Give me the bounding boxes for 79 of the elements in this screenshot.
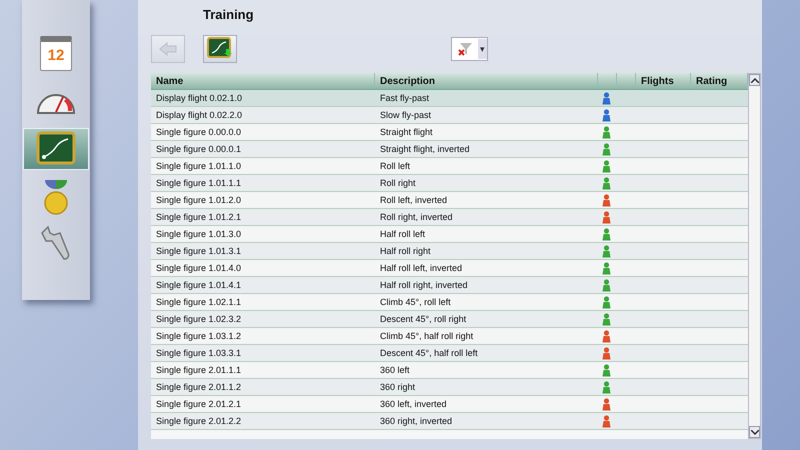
table-cell-text: Single figure 2.01.2.1 xyxy=(155,398,242,411)
column-header[interactable]: Name xyxy=(151,73,375,89)
filter-dropdown[interactable]: ▾ xyxy=(451,37,488,61)
caret-icon: ▾ xyxy=(478,39,487,59)
table-row[interactable]: Single figure 1.01.1.1 Roll right xyxy=(151,175,748,192)
table-row[interactable]: Single figure 2.01.2.1 360 left, inverted xyxy=(151,396,748,413)
chalkboard-icon xyxy=(36,131,76,167)
chevron-down-icon xyxy=(750,430,758,434)
table-row[interactable]: Single figure 1.03.3.1 Descent 45°, half roll left xyxy=(151,345,748,362)
table-row[interactable]: Single figure 1.02.3.2 Descent 45°, roll right xyxy=(151,311,748,328)
table-cell-text: Single figure 2.01.2.2 xyxy=(155,415,242,428)
table-row[interactable]: Single figure 1.01.1.0 Roll left xyxy=(151,158,748,175)
table-cell-text: Single figure 1.03.3.1 xyxy=(155,347,242,360)
sidebar-item[interactable] xyxy=(23,128,89,170)
table-cell-text: Display flight 0.02.1.0 xyxy=(155,92,244,105)
table-cell-text: Straight flight xyxy=(379,126,434,139)
table-cell-text: Half roll left xyxy=(379,228,426,241)
calendar-day-number: 12 xyxy=(48,47,64,64)
table-row[interactable]: Display flight 0.02.2.0 Slow fly-past xyxy=(151,107,748,124)
page-title: Training xyxy=(203,7,255,23)
table-cell-text: Slow fly-past xyxy=(379,109,432,122)
table-cell-text: Climb 45°, roll left xyxy=(379,296,452,309)
scroll-bar[interactable] xyxy=(748,73,761,439)
table-cell-text: Single figure 2.01.1.2 xyxy=(155,381,242,394)
filter-icon xyxy=(458,41,474,57)
start-training-button[interactable] xyxy=(203,35,237,63)
table-row[interactable]: Single figure 0.00.0.0 Straight flight xyxy=(151,124,748,141)
arrow-left-icon xyxy=(159,42,177,56)
table-cell-text: Single figure 1.01.4.1 xyxy=(155,279,242,292)
table-row[interactable]: Single figure 1.01.2.0 Roll left, inverted xyxy=(151,192,748,209)
table-cell-text: Climb 45°, half roll right xyxy=(379,330,474,343)
table-row[interactable]: Single figure 1.03.1.2 Climb 45°, half roll right xyxy=(151,328,748,345)
table-cell-text: Single figure 1.01.3.1 xyxy=(155,245,242,258)
table-cell-text: 360 left, inverted xyxy=(379,398,448,411)
table-cell-text: Straight flight, inverted xyxy=(379,143,471,156)
table-cell-text: Single figure 1.02.1.1 xyxy=(155,296,242,309)
table-cell-text: Roll right, inverted xyxy=(379,211,454,224)
table-cell-text: 360 right, inverted xyxy=(379,415,454,428)
table-cell-text: Descent 45°, roll right xyxy=(379,313,468,326)
table-cell-text: Display flight 0.02.2.0 xyxy=(155,109,244,122)
table-row[interactable]: Single figure 2.01.2.2 360 right, inverted xyxy=(151,413,748,430)
table-row[interactable]: Single figure 0.00.0.1 Straight flight, inverted xyxy=(151,141,748,158)
table-cell-text: Single figure 1.01.1.1 xyxy=(155,177,242,190)
table-cell-text: 360 left xyxy=(379,364,411,377)
table-cell-text: Roll left xyxy=(379,160,412,173)
table-cell-text: Half roll right xyxy=(379,245,432,258)
table-row[interactable]: Single figure 2.01.1.1 360 left xyxy=(151,362,748,379)
table-cell-text: Roll right xyxy=(379,177,417,190)
medal-icon xyxy=(42,178,70,216)
table-cell-text: Single figure 0.00.0.0 xyxy=(155,126,242,139)
table-row[interactable]: Single figure 1.01.4.1 Half roll right, inverted xyxy=(151,277,748,294)
table-cell-text: Single figure 0.00.0.1 xyxy=(155,143,242,156)
table-cell-text: Single figure 1.01.2.0 xyxy=(155,194,242,207)
table-row[interactable]: Single figure 1.01.2.1 Roll right, inverted xyxy=(151,209,748,226)
scroll-up-button[interactable] xyxy=(749,74,760,86)
table-cell-text: Half roll left, inverted xyxy=(379,262,464,275)
table-cell-text: Single figure 1.01.1.0 xyxy=(155,160,242,173)
table-cell-text: Fast fly-past xyxy=(379,92,430,105)
table-row[interactable]: Single figure 1.01.3.0 Half roll left xyxy=(151,226,748,243)
table-row[interactable]: Single figure 2.01.1.2 360 right xyxy=(151,379,748,396)
table-cell-text: Half roll right, inverted xyxy=(379,279,469,292)
table-cell-text: Single figure 1.03.1.2 xyxy=(155,330,242,343)
table-cell-text: Descent 45°, half roll left xyxy=(379,347,479,360)
scroll-down-button[interactable] xyxy=(749,426,760,438)
chevron-up-icon xyxy=(750,78,758,82)
table-cell-text: Single figure 2.01.1.1 xyxy=(155,364,242,377)
table-row[interactable]: Single figure 1.02.1.1 Climb 45°, roll left xyxy=(151,294,748,311)
table-cell-text: Single figure 1.02.3.2 xyxy=(155,313,242,326)
column-header[interactable]: Description xyxy=(375,73,598,89)
table-cell-text: Roll left, inverted xyxy=(379,194,448,207)
table-row[interactable]: Single figure 1.01.3.1 Half roll right xyxy=(151,243,748,260)
table-row[interactable]: Single figure 1.01.4.0 Half roll left, inverted xyxy=(151,260,748,277)
table-row[interactable]: Display flight 0.02.1.0 Fast fly-past xyxy=(151,90,748,107)
chalkboard-icon xyxy=(207,37,233,61)
table-cell-text: 360 right xyxy=(379,381,416,394)
column-header[interactable]: Flights xyxy=(636,73,691,89)
table-cell-text: Single figure 1.01.2.1 xyxy=(155,211,242,224)
table-cell-text: Single figure 1.01.4.0 xyxy=(155,262,242,275)
table-cell-text: Single figure 1.01.3.0 xyxy=(155,228,242,241)
